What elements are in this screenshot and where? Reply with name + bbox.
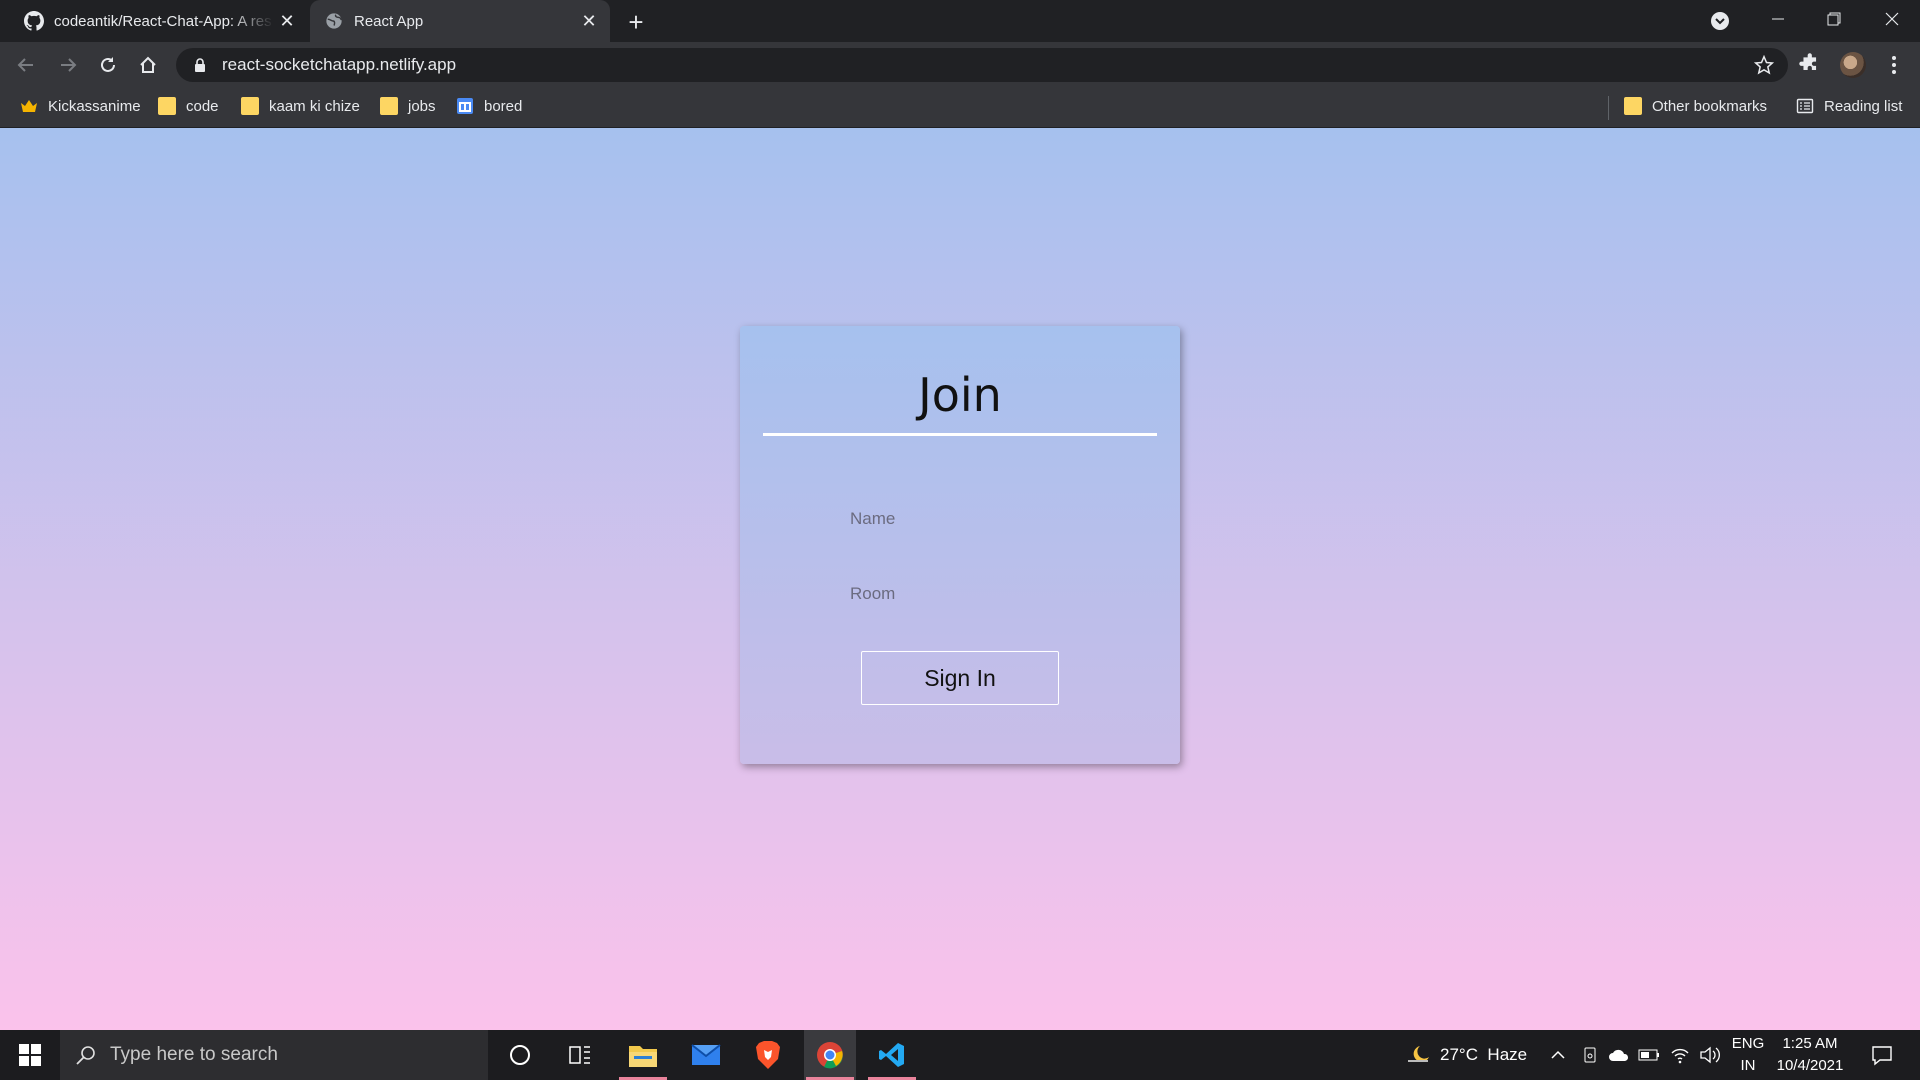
bookmark-kaam-ki-chize[interactable]: kaam ki chize <box>241 88 360 124</box>
globe-icon <box>324 11 344 31</box>
volume-icon[interactable] <box>1696 1030 1724 1080</box>
room-input[interactable] <box>850 579 1090 609</box>
new-tab-button[interactable]: + <box>620 6 652 38</box>
folder-icon <box>158 97 176 115</box>
chevron-up-icon[interactable] <box>1546 1030 1570 1080</box>
onedrive-cloud-icon[interactable] <box>1606 1030 1632 1080</box>
tab-title: codeantik/React-Chat-App: A res <box>54 12 272 30</box>
tab-search-icon[interactable] <box>1708 9 1732 33</box>
taskbar-search-box[interactable]: Type here to search <box>60 1030 488 1080</box>
battery-icon[interactable] <box>1636 1030 1662 1080</box>
clock-date: 10/4/2021 <box>1776 1057 1844 1074</box>
clock[interactable]: 1:25 AM 10/4/2021 <box>1772 1030 1848 1080</box>
wifi-icon[interactable] <box>1666 1030 1694 1080</box>
bookmark-label: jobs <box>408 97 436 115</box>
file-explorer-icon[interactable] <box>617 1030 669 1080</box>
language-label: ENG <box>1731 1035 1765 1052</box>
home-icon[interactable] <box>132 49 164 81</box>
windows-taskbar: Type here to search 27°C Haze ENG IN 1:2… <box>0 1030 1920 1080</box>
clock-time: 1:25 AM <box>1782 1035 1838 1052</box>
folder-icon <box>1624 97 1642 115</box>
other-bookmarks[interactable]: Other bookmarks <box>1624 88 1767 124</box>
lock-icon[interactable] <box>192 57 208 73</box>
bookmark-label: bored <box>484 97 523 115</box>
folder-icon <box>380 97 398 115</box>
device-icon[interactable] <box>1578 1030 1602 1080</box>
other-bookmarks-label: Other bookmarks <box>1652 97 1768 115</box>
close-icon[interactable]: ✕ <box>274 8 300 34</box>
join-card: Join Sign In <box>740 326 1180 764</box>
tab-strip: codeantik/React-Chat-App: A res ✕ React … <box>0 0 1920 42</box>
notifications-icon[interactable] <box>1862 1030 1902 1080</box>
tab-react-app[interactable]: React App ✕ <box>310 0 610 42</box>
address-bar[interactable]: react-socketchatapp.netlify.app <box>176 48 1788 82</box>
weather-text[interactable]: 27°C Haze <box>1440 1030 1534 1080</box>
more-menu-icon[interactable] <box>1880 51 1908 79</box>
bookmark-kickassanime[interactable]: Kickassanime <box>20 88 141 124</box>
crown-icon <box>20 97 38 115</box>
region-label: IN <box>1740 1057 1756 1074</box>
window-close-icon[interactable] <box>1864 0 1920 38</box>
bookmark-label: kaam ki chize <box>269 97 360 115</box>
bookmark-label: code <box>186 97 219 115</box>
reload-icon[interactable] <box>92 49 124 81</box>
sign-in-button[interactable]: Sign In <box>861 651 1059 705</box>
tab-github[interactable]: codeantik/React-Chat-App: A res ✕ <box>0 0 308 42</box>
bookmark-label: Kickassanime <box>48 97 141 115</box>
bookmarks-bar: Kickassanime code kaam ki chize jobs bor… <box>0 88 1920 128</box>
url-text: react-socketchatapp.netlify.app <box>222 55 457 74</box>
extensions-icon[interactable] <box>1796 51 1824 79</box>
bookmark-bored[interactable]: bored <box>456 88 522 124</box>
reading-list-label: Reading list <box>1824 97 1903 115</box>
page-background: Join Sign In <box>0 128 1920 1030</box>
title-divider <box>763 433 1157 436</box>
bookmark-star-icon[interactable] <box>1753 54 1775 75</box>
bookmarks-divider <box>1608 96 1609 120</box>
weather-moon-icon[interactable] <box>1404 1030 1434 1080</box>
bookmark-code[interactable]: code <box>158 88 219 124</box>
back-icon[interactable] <box>10 49 42 81</box>
github-icon <box>24 11 44 31</box>
taskbar-search-placeholder: Type here to search <box>110 1044 278 1065</box>
language-indicator[interactable]: ENG IN <box>1728 1030 1768 1080</box>
profile-avatar[interactable] <box>1840 52 1866 78</box>
windows-start-icon[interactable] <box>0 1030 60 1080</box>
search-icon <box>74 1043 98 1067</box>
reading-list-icon <box>1796 97 1814 115</box>
browser-toolbar: react-socketchatapp.netlify.app <box>0 42 1920 88</box>
mail-icon[interactable] <box>680 1030 732 1080</box>
folder-icon <box>241 97 259 115</box>
name-input[interactable] <box>850 504 1090 534</box>
reading-list[interactable]: Reading list <box>1796 88 1902 124</box>
forward-icon[interactable] <box>52 49 84 81</box>
tab-title: React App <box>354 12 424 30</box>
close-icon[interactable]: ✕ <box>576 8 602 34</box>
bookmark-jobs[interactable]: jobs <box>380 88 436 124</box>
page-title: Join <box>918 368 1002 422</box>
calendar-icon <box>456 97 474 115</box>
cortana-icon[interactable] <box>494 1030 546 1080</box>
brave-icon[interactable] <box>742 1030 794 1080</box>
minimize-icon[interactable] <box>1750 0 1806 38</box>
vscode-icon[interactable] <box>866 1030 918 1080</box>
task-view-icon[interactable] <box>554 1030 606 1080</box>
chrome-icon[interactable] <box>804 1030 856 1080</box>
restore-icon[interactable] <box>1806 0 1862 38</box>
